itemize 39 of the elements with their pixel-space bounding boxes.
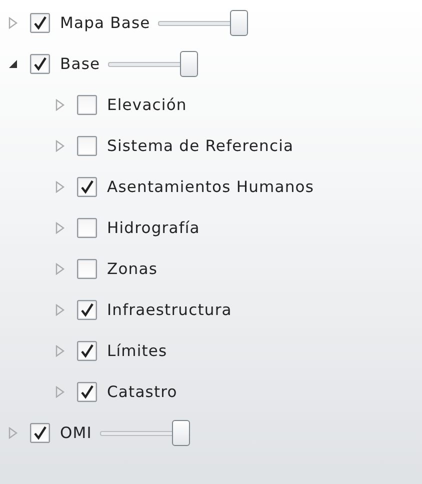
expand-arrow-icon[interactable] <box>55 386 65 398</box>
expand-arrow-icon[interactable] <box>55 180 65 193</box>
checkbox[interactable] <box>77 176 97 197</box>
expand-arrow-icon[interactable] <box>55 304 65 316</box>
layer-label: Hidrografía <box>107 219 200 238</box>
slider-thumb[interactable] <box>172 420 190 446</box>
checkbox[interactable] <box>77 259 97 280</box>
opacity-slider[interactable] <box>100 418 192 448</box>
expand-arrow-icon[interactable] <box>55 263 65 276</box>
expand-arrow-icon[interactable] <box>55 140 65 152</box>
expand-arrow-icon[interactable] <box>55 222 65 234</box>
slider-thumb[interactable] <box>230 10 248 36</box>
expand-arrow-icon[interactable] <box>8 427 18 440</box>
collapse-arrow-icon[interactable] <box>8 58 18 70</box>
checkbox[interactable] <box>77 136 97 156</box>
layer-label: Asentamientos Humanos <box>107 178 314 196</box>
checkbox[interactable] <box>30 423 50 444</box>
opacity-slider[interactable] <box>108 48 200 79</box>
layer-label: Catastro <box>107 383 178 402</box>
layer-label: Sistema de Referencia <box>107 136 294 155</box>
layer-label: Base <box>60 54 100 73</box>
layer-label: Límites <box>107 342 168 360</box>
opacity-slider[interactable] <box>158 8 250 38</box>
checkbox[interactable] <box>77 300 97 320</box>
checkbox[interactable] <box>30 54 50 74</box>
checkbox[interactable] <box>30 12 50 33</box>
layer-label: Zonas <box>107 260 158 278</box>
layer-label: Infraestructura <box>107 301 232 320</box>
expand-arrow-icon[interactable] <box>55 345 65 358</box>
checkbox[interactable] <box>77 382 97 402</box>
layer-label: OMI <box>60 424 92 442</box>
checkbox[interactable] <box>77 218 97 238</box>
expand-arrow-icon[interactable] <box>55 98 65 111</box>
layer-label: Mapa Base <box>60 14 150 32</box>
checkbox[interactable] <box>77 94 97 115</box>
slider-thumb[interactable] <box>180 50 198 77</box>
checkbox[interactable] <box>77 341 97 362</box>
expand-arrow-icon[interactable] <box>8 16 18 29</box>
layer-label: Elevación <box>107 96 187 114</box>
